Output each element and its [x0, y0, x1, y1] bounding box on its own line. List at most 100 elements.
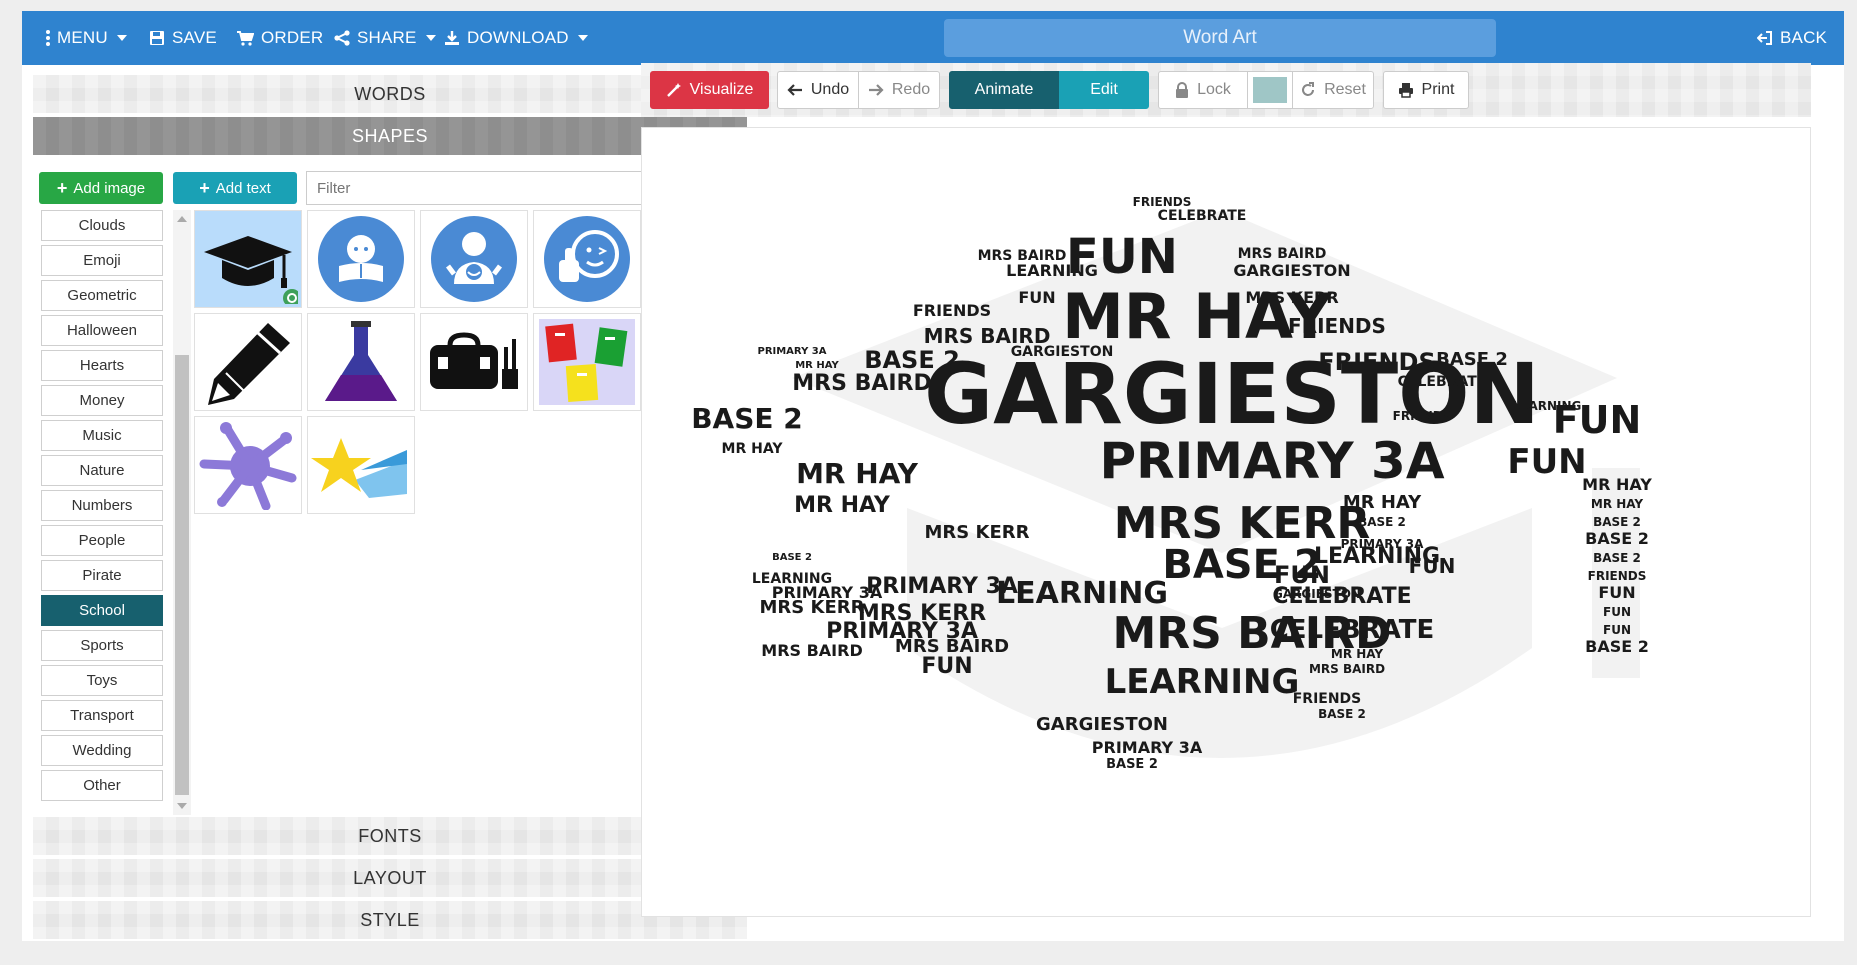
share-button[interactable]: SHARE	[334, 11, 436, 65]
wordart-word: MR HAY	[1591, 497, 1644, 511]
order-button[interactable]: ORDER	[236, 11, 323, 65]
shape-graduation-cap[interactable]	[194, 210, 302, 308]
menu-button[interactable]: MENU	[46, 11, 127, 65]
category-people[interactable]: People	[41, 525, 163, 556]
wordart-word: PRIMARY 3A	[1099, 432, 1444, 490]
wordart-word: MRS BAIRD	[978, 248, 1067, 264]
section-fonts[interactable]: FONTS	[33, 817, 747, 855]
scroll-down-icon[interactable]	[177, 803, 187, 809]
share-label: SHARE	[357, 28, 417, 47]
category-money[interactable]: Money	[41, 385, 163, 416]
shape-school-bag[interactable]	[420, 313, 528, 411]
print-label: Print	[1421, 81, 1455, 98]
wordart-canvas[interactable]: GARGIESTON MR HAY PRIMARY 3A MRS KERR MRS BA…	[641, 127, 1811, 917]
add-text-button[interactable]: + Add text	[173, 172, 297, 204]
visualize-button[interactable]: Visualize	[650, 71, 769, 109]
scrollbar-thumb[interactable]	[175, 355, 189, 795]
wordart-word: LEARNING	[1513, 399, 1582, 413]
wordart-word: PRIMARY 3A	[866, 574, 1018, 599]
category-sports[interactable]: Sports	[41, 630, 163, 661]
cart-icon	[237, 31, 254, 46]
wordart-title-input[interactable]: Word Art	[944, 19, 1496, 57]
shape-paint-splat[interactable]	[194, 416, 302, 514]
wordart-word: BASE 2	[1358, 515, 1406, 529]
wordart-word: BASE 2	[1106, 757, 1158, 772]
category-nature[interactable]: Nature	[41, 455, 163, 486]
section-style[interactable]: STYLE	[33, 901, 747, 939]
category-transport[interactable]: Transport	[41, 700, 163, 731]
section-words[interactable]: WORDS	[33, 75, 747, 113]
animate-label: Animate	[974, 81, 1034, 98]
animate-button[interactable]: Animate	[949, 71, 1059, 109]
category-toys[interactable]: Toys	[41, 665, 163, 696]
wordart-word: MRS BAIRD	[1309, 662, 1385, 676]
wordart-word: BASE 2	[1436, 349, 1508, 370]
download-label: DOWNLOAD	[467, 28, 569, 47]
wordart-word: GARGIESTON	[1036, 714, 1168, 735]
child-reading-icon	[318, 216, 404, 302]
shape-child-waving[interactable]	[420, 210, 528, 308]
category-other[interactable]: Other	[41, 770, 163, 801]
wordart-word: PRIMARY 3A	[757, 346, 826, 357]
plus-icon: +	[199, 177, 210, 198]
back-button[interactable]: BACK	[1757, 11, 1827, 65]
lock-button[interactable]: Lock	[1158, 71, 1248, 109]
shape-child-reading[interactable]	[307, 210, 415, 308]
wordart-word: PRIMARY 3A	[1341, 537, 1425, 551]
wordart-word: FUN	[1018, 288, 1055, 307]
menu-label: MENU	[57, 28, 108, 47]
section-layout[interactable]: LAYOUT	[33, 859, 747, 897]
caret-down-icon	[577, 35, 588, 41]
wordart-word: BASE 2	[864, 346, 960, 374]
notebooks-icon	[539, 319, 635, 405]
edit-button[interactable]: Edit	[1059, 71, 1149, 109]
shape-notebooks[interactable]	[533, 313, 641, 411]
category-emoji[interactable]: Emoji	[41, 245, 163, 276]
redo-button[interactable]: Redo	[858, 71, 940, 109]
category-music[interactable]: Music	[41, 420, 163, 451]
shape-pencil[interactable]	[194, 313, 302, 411]
undo-button[interactable]: Undo	[777, 71, 859, 109]
app-window: MENU SAVE ORDER SHARE DOWNLOAD Word Art …	[22, 11, 1844, 941]
caret-down-icon	[116, 35, 127, 41]
shooting-star-icon	[311, 438, 407, 498]
save-button[interactable]: SAVE	[149, 11, 217, 65]
wordart-word: MR HAY	[722, 441, 784, 457]
wordart-word: FUN	[921, 654, 972, 679]
color-swatch	[1253, 77, 1287, 103]
shape-flask[interactable]	[307, 313, 415, 411]
add-image-button[interactable]: + Add image	[39, 172, 163, 204]
wordart-word: PRIMARY 3A	[1092, 738, 1203, 757]
wordart-word: FUN	[1603, 605, 1631, 619]
color-swatch-button[interactable]	[1247, 71, 1293, 109]
category-halloween[interactable]: Halloween	[41, 315, 163, 346]
scroll-up-icon[interactable]	[177, 216, 187, 222]
visualize-label: Visualize	[689, 81, 754, 98]
wordart-word: LEARNING	[752, 571, 832, 587]
category-pirate[interactable]: Pirate	[41, 560, 163, 591]
section-shapes[interactable]: SHAPES	[33, 117, 747, 155]
shape-shooting-star[interactable]	[307, 416, 415, 514]
reset-button[interactable]: Reset	[1292, 71, 1374, 109]
wordart-word: MR HAY	[794, 493, 891, 518]
magic-wand-icon	[666, 83, 681, 97]
back-label: BACK	[1780, 28, 1828, 47]
category-geometric[interactable]: Geometric	[41, 280, 163, 311]
category-school[interactable]: School	[41, 595, 163, 626]
category-hearts[interactable]: Hearts	[41, 350, 163, 381]
plus-icon: +	[56, 177, 68, 198]
category-numbers[interactable]: Numbers	[41, 490, 163, 521]
category-wedding[interactable]: Wedding	[41, 735, 163, 766]
category-scrollbar[interactable]	[173, 210, 191, 815]
download-button[interactable]: DOWNLOAD	[444, 11, 588, 65]
share-icon	[334, 30, 350, 46]
graduation-cap-wordart: GARGIESTONMR HAYPRIMARY 3AMRS KERRMRS BA…	[691, 195, 1652, 772]
category-clouds[interactable]: Clouds	[41, 210, 163, 241]
redo-label: Redo	[891, 81, 931, 98]
vertical-dots-icon	[46, 30, 50, 46]
shape-child-thumbs-up[interactable]	[533, 210, 641, 308]
undo-label: Undo	[810, 81, 850, 98]
print-button[interactable]: Print	[1383, 71, 1469, 109]
pencil-icon	[208, 323, 290, 405]
undo-icon	[787, 84, 802, 96]
